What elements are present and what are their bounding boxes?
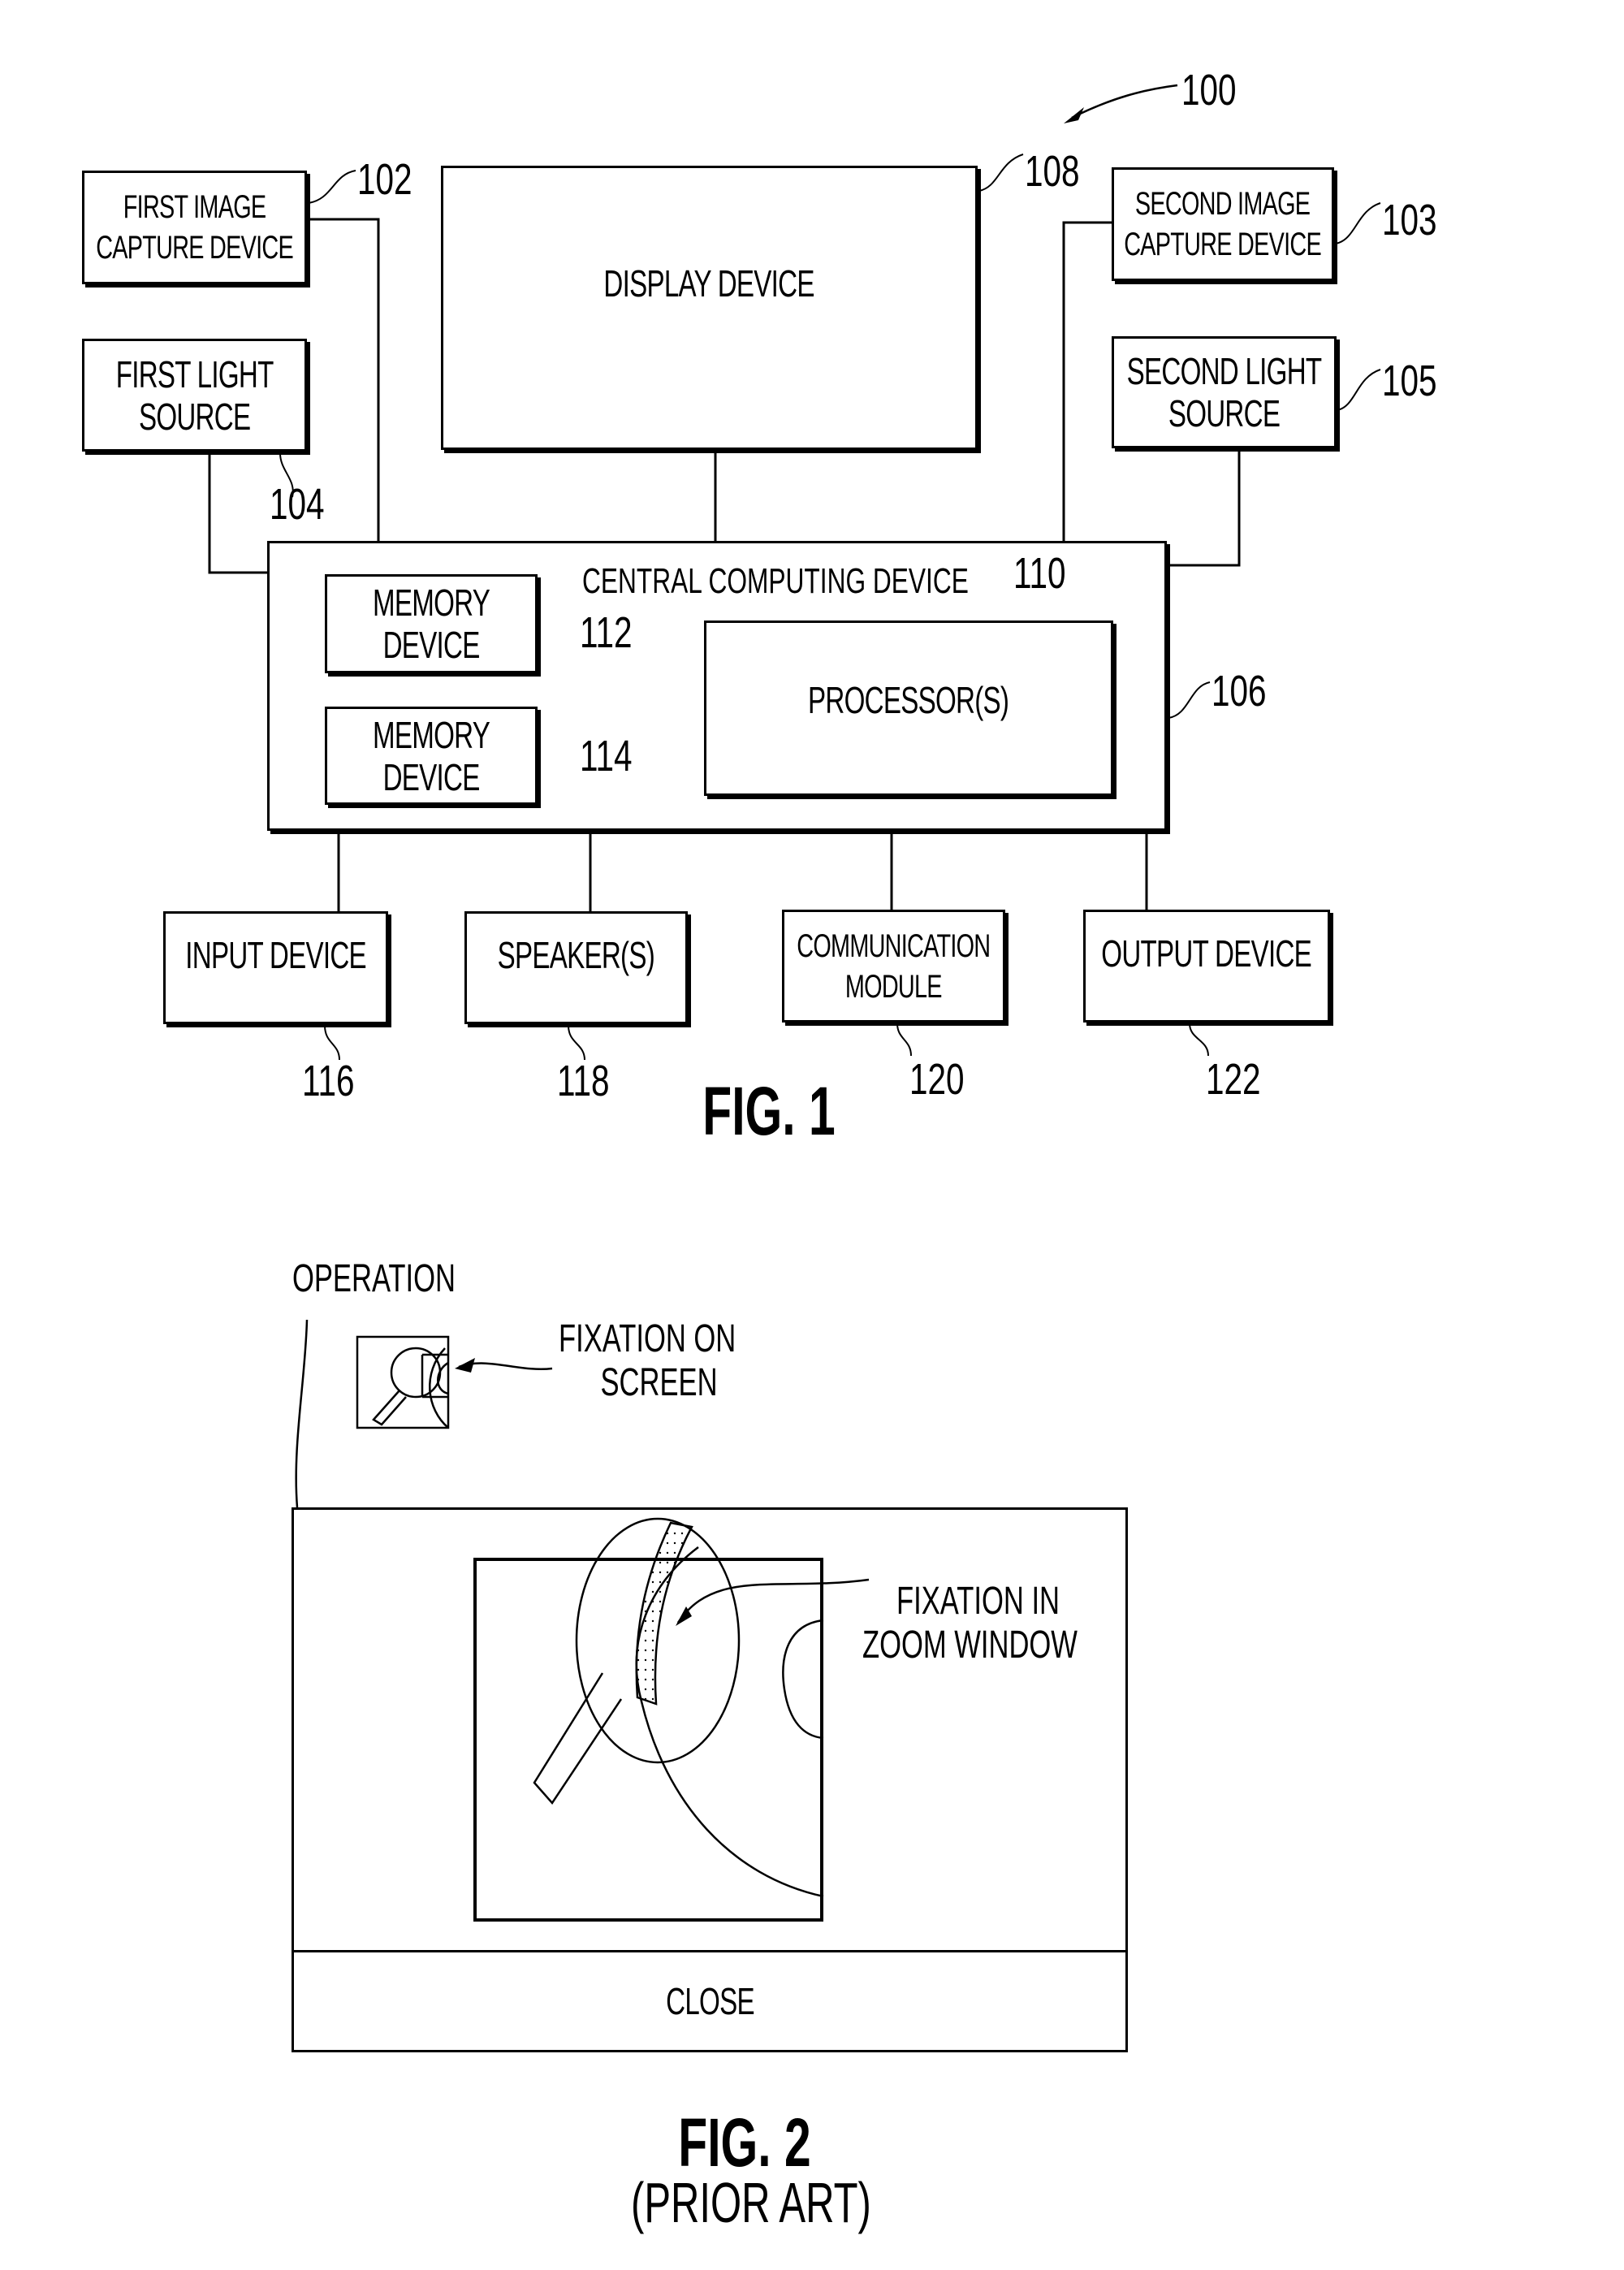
arrowhead-100	[1064, 107, 1084, 123]
leader-102	[308, 170, 356, 204]
leader-116	[324, 1025, 340, 1061]
block-label: PROCESSOR(S)	[808, 679, 1009, 721]
block-label: SOURCE	[1168, 392, 1281, 435]
label-line: FIXATION ON	[559, 1317, 736, 1360]
connector-second-light-to-central	[1167, 448, 1241, 567]
leader-122	[1189, 1023, 1209, 1057]
connector-second-image-to-central	[1062, 221, 1112, 541]
block-label: MEMORY	[372, 713, 490, 756]
block-label: INPUT DEVICE	[185, 934, 366, 976]
arrowhead-fixation-on-screen	[455, 1358, 475, 1373]
central-computing-device-label: CENTRAL COMPUTING DEVICE	[582, 561, 969, 601]
zoom-window-frame	[473, 1558, 823, 1922]
input-device-block: INPUT DEVICE	[163, 911, 388, 1024]
block-label: DISPLAY DEVICE	[603, 262, 815, 305]
figure-2-subcaption: (PRIOR ART)	[631, 2171, 871, 2234]
memory-device-114-block: MEMORY DEVICE	[325, 707, 538, 805]
output-device-block: OUTPUT DEVICE	[1083, 910, 1330, 1023]
block-label: SOURCE	[138, 395, 251, 438]
block-label: OUTPUT DEVICE	[1101, 932, 1312, 975]
first-light-source-block: FIRST LIGHT SOURCE	[82, 339, 307, 452]
leader-105	[1337, 369, 1381, 411]
ref-104: 104	[270, 480, 325, 529]
block-label: DEVICE	[382, 755, 480, 798]
leader-operation	[295, 1319, 309, 1508]
ref-108: 108	[1025, 147, 1080, 196]
operation-label: OPERATION	[292, 1257, 456, 1300]
ref-114: 114	[580, 732, 633, 780]
second-image-capture-device-block: SECOND IMAGE CAPTURE DEVICE	[1112, 167, 1334, 281]
ref-118: 118	[557, 1057, 610, 1105]
leader-120	[896, 1023, 912, 1057]
fixation-in-zoom-window-label: FIXATION IN ZOOM WINDOW	[862, 1580, 1078, 1667]
block-label: SECOND LIGHT	[1126, 350, 1323, 392]
label-line: SCREEN	[600, 1361, 718, 1404]
leader-100	[1071, 84, 1178, 119]
first-image-capture-device-block: FIRST IMAGE CAPTURE DEVICE	[82, 171, 307, 284]
fixation-on-screen-label: FIXATION ON SCREEN	[559, 1317, 736, 1405]
close-button-label: CLOSE	[665, 1980, 754, 2022]
thumbnail-frame	[356, 1335, 450, 1429]
processor-block: PROCESSOR(S)	[704, 620, 1113, 796]
ref-110: 110	[1013, 549, 1066, 598]
leader-103	[1335, 202, 1381, 244]
ref-112: 112	[580, 608, 633, 657]
block-label: DEVICE	[382, 624, 480, 666]
speakers-block: SPEAKER(S)	[464, 911, 688, 1024]
ref-103: 103	[1382, 196, 1437, 244]
ref-100: 100	[1181, 66, 1237, 115]
leader-106	[1168, 681, 1211, 719]
block-label: FIRST LIGHT	[115, 352, 274, 396]
leader-108	[978, 153, 1024, 192]
label-line: ZOOM WINDOW	[862, 1624, 1078, 1667]
figure-1-caption: FIG. 1	[702, 1073, 836, 1149]
block-label: COMMUNICATION	[797, 927, 991, 964]
ref-105: 105	[1382, 357, 1437, 405]
block-label: MODULE	[845, 968, 943, 1005]
block-label: SECOND IMAGE	[1135, 186, 1311, 222]
ref-102: 102	[357, 155, 412, 204]
block-label: SPEAKER(S)	[497, 934, 655, 976]
block-label: CAPTURE DEVICE	[1124, 227, 1322, 262]
block-label: FIRST IMAGE	[123, 189, 266, 225]
display-device-block: DISPLAY DEVICE	[441, 166, 978, 450]
block-label: MEMORY	[372, 582, 490, 624]
ref-116: 116	[302, 1057, 355, 1105]
second-light-source-block: SECOND LIGHT SOURCE	[1112, 336, 1337, 448]
memory-device-112-block: MEMORY DEVICE	[325, 574, 538, 673]
label-line: FIXATION IN	[896, 1580, 1060, 1623]
close-button[interactable]: CLOSE	[294, 1952, 1125, 2050]
ref-106: 106	[1212, 667, 1267, 716]
communication-module-block: COMMUNICATION MODULE	[782, 910, 1005, 1023]
ref-122: 122	[1206, 1055, 1261, 1104]
leader-118	[568, 1025, 585, 1061]
connector-first-light-to-central	[208, 452, 267, 574]
block-label: CAPTURE DEVICE	[96, 230, 293, 266]
ref-120: 120	[909, 1055, 965, 1104]
